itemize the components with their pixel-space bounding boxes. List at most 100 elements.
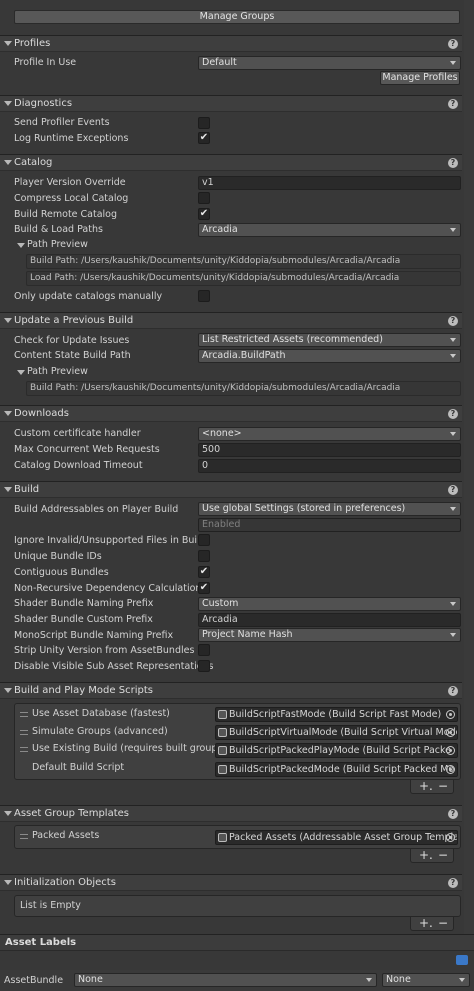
build-load-paths-label: Build & Load Paths [14, 224, 103, 235]
assetbundle-variant-dropdown[interactable]: None [382, 973, 470, 987]
compress-catalog-checkbox[interactable] [198, 192, 210, 204]
dropdown-value: None [386, 974, 411, 985]
help-icon[interactable]: ? [448, 409, 458, 419]
help-icon[interactable]: ? [448, 686, 458, 696]
manage-groups-button[interactable]: Manage Groups [14, 10, 460, 24]
section-title: Initialization Objects [14, 877, 116, 888]
script-object-field[interactable]: BuildScriptPackedMode (Build Script Pack… [215, 762, 458, 777]
update-previous-build-section-header[interactable]: Update a Previous Build ? [0, 312, 462, 329]
asset-labels-header: Asset Labels [0, 934, 474, 951]
help-icon[interactable]: ? [448, 158, 458, 168]
dropdown-value: <none> [202, 428, 242, 439]
list-item-label: Default Build Script [32, 762, 125, 773]
disable-visible-sub-asset-label: Disable Visible Sub Asset Representation… [14, 661, 214, 672]
check-update-issues-dropdown[interactable]: List Restricted Assets (recommended) [198, 333, 461, 347]
build-remote-checkbox[interactable]: ✔ [198, 208, 210, 220]
object-picker-icon[interactable] [446, 710, 455, 719]
object-picker-icon[interactable] [446, 833, 455, 842]
scriptable-object-icon [218, 765, 227, 774]
remove-item-button[interactable]: − [438, 849, 448, 861]
dropdown-value: Custom [202, 598, 239, 609]
drag-handle-icon[interactable] [20, 712, 28, 717]
monoscript-prefix-dropdown[interactable]: Project Name Hash [198, 628, 461, 642]
help-icon[interactable]: ? [448, 39, 458, 49]
drag-handle-icon[interactable] [20, 747, 28, 752]
object-name: Packed Assets (Addressable Asset Group T… [229, 832, 458, 843]
help-icon[interactable]: ? [448, 809, 458, 819]
foldout-arrow-icon [17, 243, 25, 248]
unique-bundle-ids-checkbox[interactable] [198, 550, 210, 562]
download-timeout-input[interactable]: 0 [198, 459, 461, 473]
build-on-player-dropdown[interactable]: Use global Settings (stored in preferenc… [198, 502, 461, 516]
non-recursive-checkbox[interactable]: ✔ [198, 582, 210, 594]
player-version-input[interactable]: v1 [198, 176, 461, 190]
profile-in-use-label: Profile In Use [14, 57, 77, 68]
chevron-down-icon [450, 354, 456, 358]
build-section-header[interactable]: Build ? [0, 481, 462, 498]
send-profiler-label: Send Profiler Events [14, 117, 110, 128]
foldout-arrow-icon [4, 41, 12, 46]
build-play-scripts-list: Use Asset Database (fastest) BuildScript… [14, 703, 461, 780]
help-icon[interactable]: ? [448, 99, 458, 109]
scrollbar[interactable] [464, 0, 474, 940]
build-play-scripts-section-header[interactable]: Build and Play Mode Scripts ? [0, 682, 462, 699]
script-object-field[interactable]: BuildScriptVirtualMode (Build Script Vir… [215, 725, 458, 740]
max-web-requests-input[interactable]: 500 [198, 443, 461, 457]
help-icon[interactable]: ? [448, 316, 458, 326]
shader-prefix-dropdown[interactable]: Custom [198, 597, 461, 611]
remove-item-button[interactable]: − [438, 917, 448, 929]
content-state-path-dropdown[interactable]: Arcadia.BuildPath [198, 349, 461, 363]
diagnostics-section-header[interactable]: Diagnostics ? [0, 95, 462, 112]
add-item-button[interactable]: +. [419, 917, 433, 929]
script-object-field[interactable]: BuildScriptPackedPlayMode (Build Script … [215, 743, 458, 758]
log-runtime-checkbox[interactable]: ✔ [198, 132, 210, 144]
profile-in-use-dropdown[interactable]: Default [198, 56, 461, 70]
catalog-section-header[interactable]: Catalog ? [0, 154, 462, 171]
drag-handle-icon[interactable] [20, 730, 28, 735]
disable-visible-sub-asset-checkbox[interactable] [198, 660, 210, 672]
log-runtime-label: Log Runtime Exceptions [14, 133, 129, 144]
chevron-down-icon [450, 507, 456, 511]
initialization-objects-section-header[interactable]: Initialization Objects ? [0, 874, 462, 891]
drag-handle-icon[interactable] [20, 834, 28, 839]
chevron-down-icon [450, 228, 456, 232]
help-icon[interactable]: ? [448, 878, 458, 888]
add-item-button[interactable]: +. [419, 780, 433, 792]
object-picker-icon[interactable] [446, 765, 455, 774]
chevron-down-icon [450, 432, 456, 436]
assetbundle-dropdown[interactable]: None [74, 973, 377, 987]
compress-catalog-label: Compress Local Catalog [14, 193, 129, 204]
template-object-field[interactable]: Packed Assets (Addressable Asset Group T… [215, 830, 458, 845]
list-add-remove-controls: +. − [410, 780, 454, 794]
foldout-arrow-icon [4, 880, 12, 885]
object-picker-icon[interactable] [446, 746, 455, 755]
contiguous-bundles-checkbox[interactable]: ✔ [198, 566, 210, 578]
chevron-down-icon [450, 633, 456, 637]
section-title: Diagnostics [14, 98, 73, 109]
remove-item-button[interactable]: − [438, 780, 448, 792]
path-preview-label: Path Preview [27, 366, 88, 377]
empty-list-text: List is Empty [20, 900, 81, 911]
foldout-arrow-icon [4, 318, 12, 323]
section-title: Profiles [14, 38, 51, 49]
add-item-button[interactable]: +. [419, 849, 433, 861]
profiles-section-header[interactable]: Profiles ? [0, 35, 462, 52]
script-object-field[interactable]: BuildScriptFastMode (Build Script Fast M… [215, 707, 458, 722]
build-load-paths-dropdown[interactable]: Arcadia [198, 223, 461, 237]
downloads-section-header[interactable]: Downloads ? [0, 405, 462, 422]
label-tag-icon[interactable] [456, 955, 468, 965]
dropdown-value: Project Name Hash [202, 629, 293, 640]
asset-group-templates-section-header[interactable]: Asset Group Templates ? [0, 805, 462, 822]
strip-unity-version-checkbox[interactable] [198, 644, 210, 656]
send-profiler-checkbox[interactable] [198, 117, 210, 129]
section-title: Update a Previous Build [14, 315, 134, 326]
foldout-arrow-icon [4, 160, 12, 165]
ignore-invalid-checkbox[interactable] [198, 534, 210, 546]
help-icon[interactable]: ? [448, 485, 458, 495]
shader-custom-prefix-input[interactable]: Arcadia [198, 613, 461, 627]
shader-custom-prefix-label: Shader Bundle Custom Prefix [14, 614, 153, 625]
cert-handler-dropdown[interactable]: <none> [198, 427, 461, 441]
manage-profiles-button[interactable]: Manage Profiles [380, 71, 460, 85]
only-update-manually-checkbox[interactable] [198, 290, 210, 302]
object-picker-icon[interactable] [446, 728, 455, 737]
